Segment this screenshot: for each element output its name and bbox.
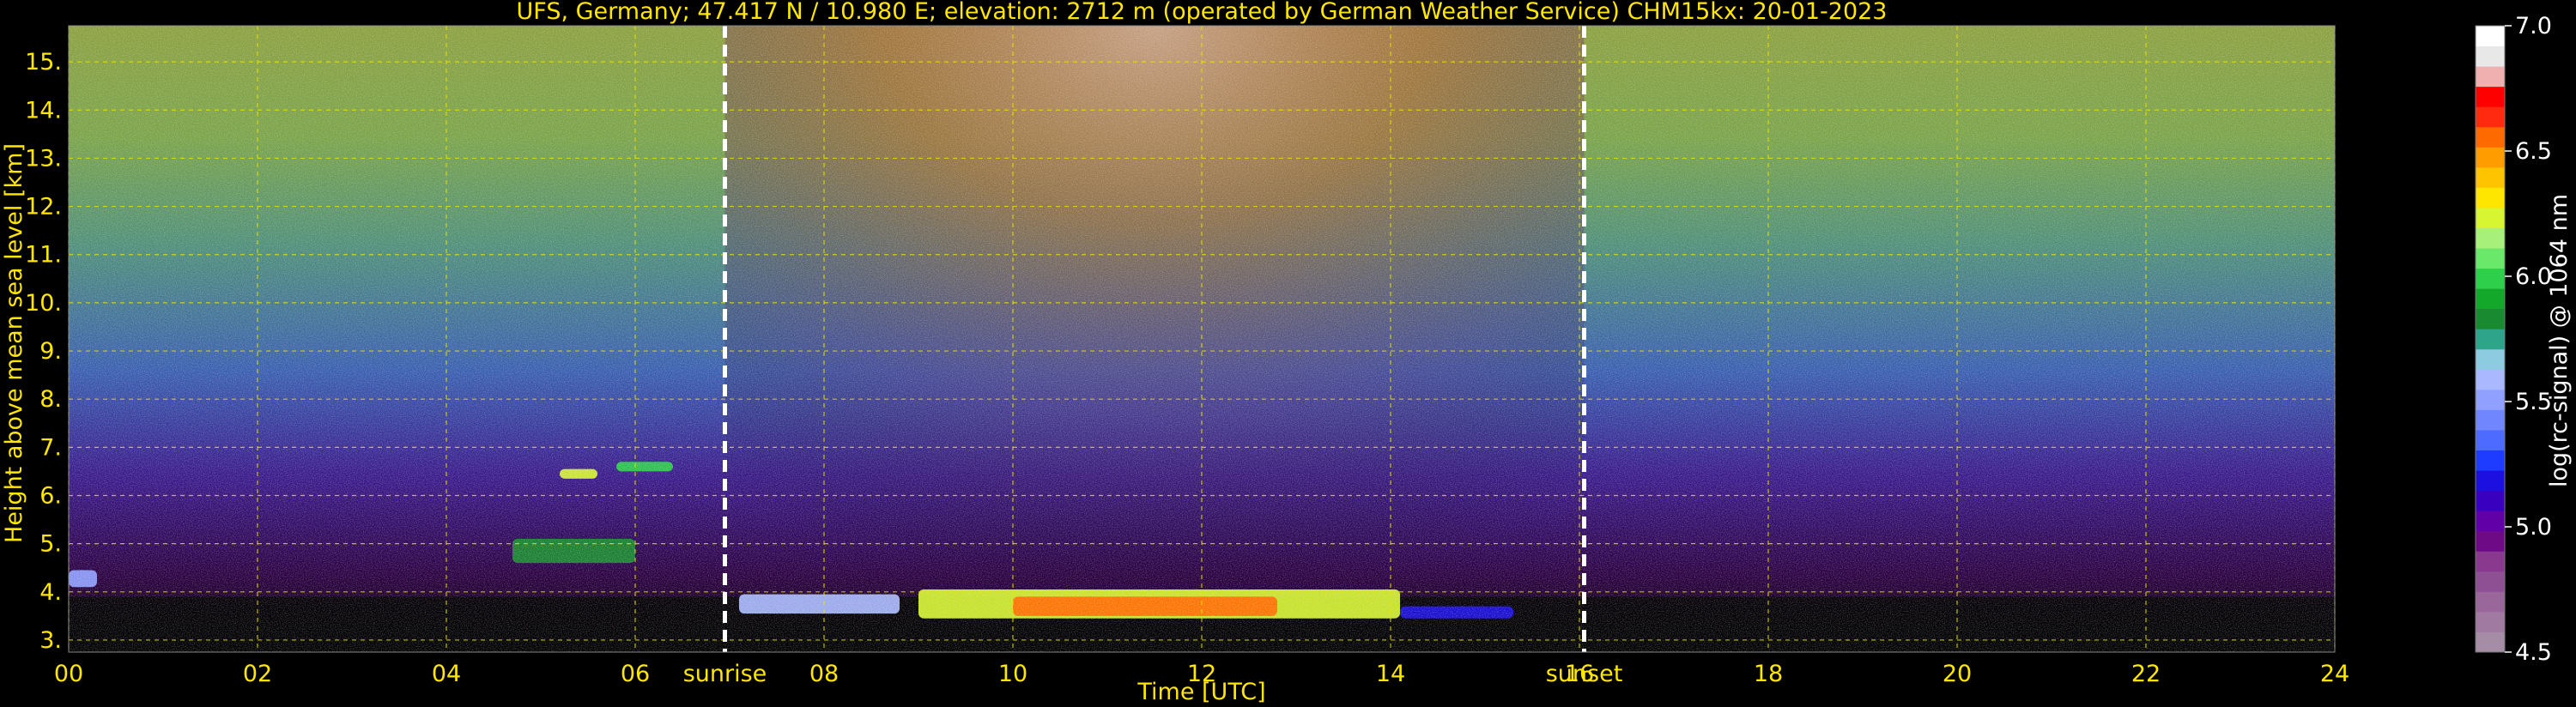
colorbar-swatch xyxy=(2476,248,2505,269)
colorbar-swatch xyxy=(2476,45,2505,67)
colorbar-swatch xyxy=(2476,611,2505,632)
colorbar-swatch xyxy=(2476,348,2505,370)
y-tick-label: 4. xyxy=(39,579,62,606)
x-axis-label: Time [UTC] xyxy=(1136,679,1265,705)
y-axis-label: Height above mean sea level [km] xyxy=(1,143,27,543)
colorbar-swatch xyxy=(2476,106,2505,128)
y-tick-label: 9. xyxy=(39,338,62,365)
colorbar-swatch xyxy=(2476,551,2505,572)
x-tick-label: 08 xyxy=(809,661,839,687)
x-tick-label: 20 xyxy=(1943,661,1972,687)
colorbar-label: log(rc-signal) @ 1064 nm xyxy=(2546,194,2573,487)
x-tick-label: 06 xyxy=(621,661,650,687)
colorbar-tick-label: 5.0 xyxy=(2515,514,2552,541)
colorbar-swatch xyxy=(2476,530,2505,552)
colorbar-swatch xyxy=(2476,308,2505,329)
colorbar-swatch xyxy=(2476,66,2505,88)
colorbar-swatch xyxy=(2476,227,2505,249)
y-tick-label: 6. xyxy=(39,483,62,510)
x-tick-label: 22 xyxy=(2131,661,2161,687)
colorbar-swatch xyxy=(2476,450,2505,471)
y-tick-label: 5. xyxy=(39,531,62,558)
colorbar-tick-label: 7.0 xyxy=(2515,13,2552,39)
y-tick-label: 15. xyxy=(25,49,62,76)
colorbar: 4.55.05.56.06.57.0 xyxy=(2475,13,2552,666)
event-label: sunrise xyxy=(683,661,767,687)
x-tick-label: 04 xyxy=(432,661,461,687)
colorbar-swatch xyxy=(2476,409,2505,431)
colorbar-tick-label: 4.5 xyxy=(2515,639,2552,666)
colorbar-swatch xyxy=(2476,288,2505,310)
x-tick-label: 18 xyxy=(1754,661,1783,687)
y-axis-ticks: 3. 4. 5. 6. 7. 8. 9. 10. 11. 12. 13. 14. 15. xyxy=(25,49,62,654)
y-tick-label: 11. xyxy=(25,242,62,269)
colorbar-swatch xyxy=(2476,389,2505,410)
colorbar-swatch xyxy=(2476,490,2505,511)
y-tick-label: 8. xyxy=(39,386,62,413)
y-tick-label: 3. xyxy=(39,627,62,654)
ceilometer-figure: 00 02 04 06 08 10 12 14 16 18 20 22 24sunrise sunset … xyxy=(1,0,2573,705)
y-tick-label: 14. xyxy=(25,97,62,124)
colorbar-swatch xyxy=(2476,187,2505,208)
x-tick-label: 02 xyxy=(243,661,272,687)
colorbar-swatch xyxy=(2476,369,2505,390)
colorbar-swatch xyxy=(2476,591,2505,613)
y-tick-label: 13. xyxy=(25,145,62,172)
x-tick-label: 24 xyxy=(2320,661,2349,687)
y-tick-label: 10. xyxy=(25,290,62,317)
x-tick-label: 10 xyxy=(998,661,1027,687)
colorbar-swatch xyxy=(2476,207,2505,228)
x-tick-label: 14 xyxy=(1376,661,1405,687)
colorbar-swatch xyxy=(2476,147,2505,168)
y-tick-label: 12. xyxy=(25,194,62,221)
colorbar-tick-label: 6.5 xyxy=(2515,138,2552,165)
colorbar-swatch xyxy=(2476,126,2505,148)
x-tick-label: 00 xyxy=(54,661,83,687)
event-label: sunset xyxy=(1546,661,1623,687)
colorbar-swatch xyxy=(2476,86,2505,107)
colorbar-swatch xyxy=(2476,166,2505,188)
colorbar-swatch xyxy=(2476,631,2505,653)
colorbar-swatch xyxy=(2476,470,2505,492)
colorbar-swatch xyxy=(2476,268,2505,289)
chart-title: UFS, Germany; 47.417 N / 10.980 E; eleva… xyxy=(517,0,1888,25)
colorbar-swatch xyxy=(2476,26,2505,47)
plot-area xyxy=(68,25,2336,653)
colorbar-swatch xyxy=(2476,429,2505,451)
y-tick-label: 7. xyxy=(39,434,62,461)
colorbar-swatch xyxy=(2476,571,2505,592)
colorbar-swatch xyxy=(2476,511,2505,532)
colorbar-swatch xyxy=(2476,329,2505,350)
